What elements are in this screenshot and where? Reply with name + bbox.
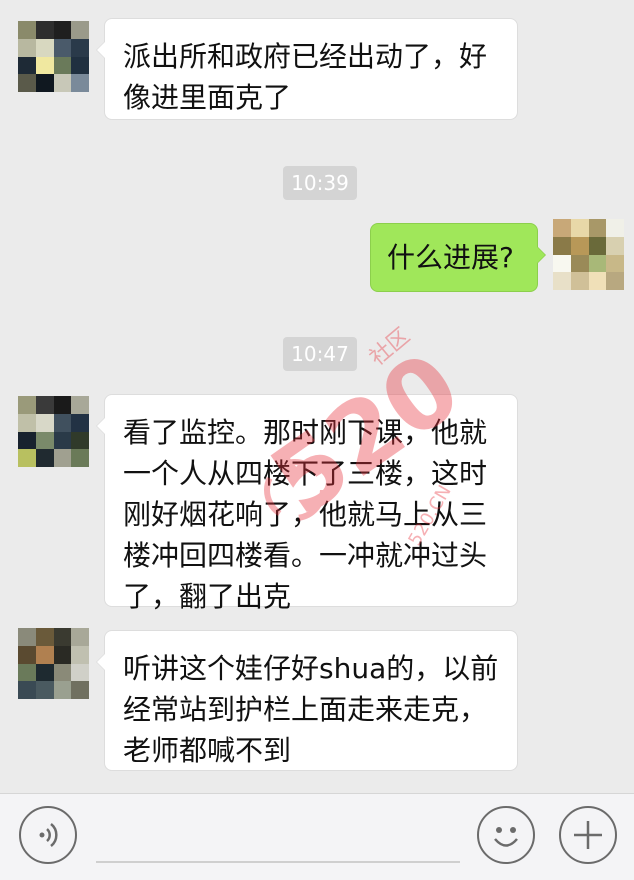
watermark-vertical: 社区	[365, 324, 415, 371]
timestamp: 10:47	[283, 337, 357, 371]
message-bubble-outgoing[interactable]: 什么进展?	[370, 223, 546, 292]
voice-icon	[39, 823, 58, 847]
plus-button[interactable]	[559, 806, 617, 864]
user-avatar[interactable]	[553, 219, 624, 290]
plus-icon	[574, 821, 602, 849]
message-bubble-incoming[interactable]: 听讲这个娃仔好shua的，以前经常站到护栏上面走来走克，老师都喊不到	[96, 630, 518, 771]
contact-avatar[interactable]	[18, 396, 89, 467]
emoji-button[interactable]	[477, 806, 535, 864]
emoji-icon	[494, 827, 518, 847]
contact-avatar[interactable]	[18, 628, 89, 699]
timestamp: 10:39	[283, 166, 357, 200]
message-bubble-incoming[interactable]: 派出所和政府已经出动了，好像进里面克了	[96, 18, 518, 120]
message-text: 派出所和政府已经出动了，好像进里面克了	[123, 40, 488, 114]
voice-button[interactable]	[19, 806, 77, 864]
chat-area[interactable]: 派出所和政府已经出动了，好像进里面克了 10:39 什么进展? 10:47 看了…	[0, 0, 634, 793]
message-text: 什么进展?	[387, 241, 514, 274]
message-text: 看了监控。那时刚下课，他就一个人从四楼下了三楼，这时刚好烟花响了，他就马上从三楼…	[123, 416, 488, 613]
contact-avatar[interactable]	[18, 21, 89, 92]
message-bubble-incoming[interactable]: 看了监控。那时刚下课，他就一个人从四楼下了三楼，这时刚好烟花响了，他就马上从三楼…	[96, 394, 518, 613]
message-input[interactable]	[96, 808, 460, 863]
message-text: 听讲这个娃仔好shua的，以前经常站到护栏上面走来走克，老师都喊不到	[123, 652, 499, 767]
input-bar	[0, 793, 634, 880]
